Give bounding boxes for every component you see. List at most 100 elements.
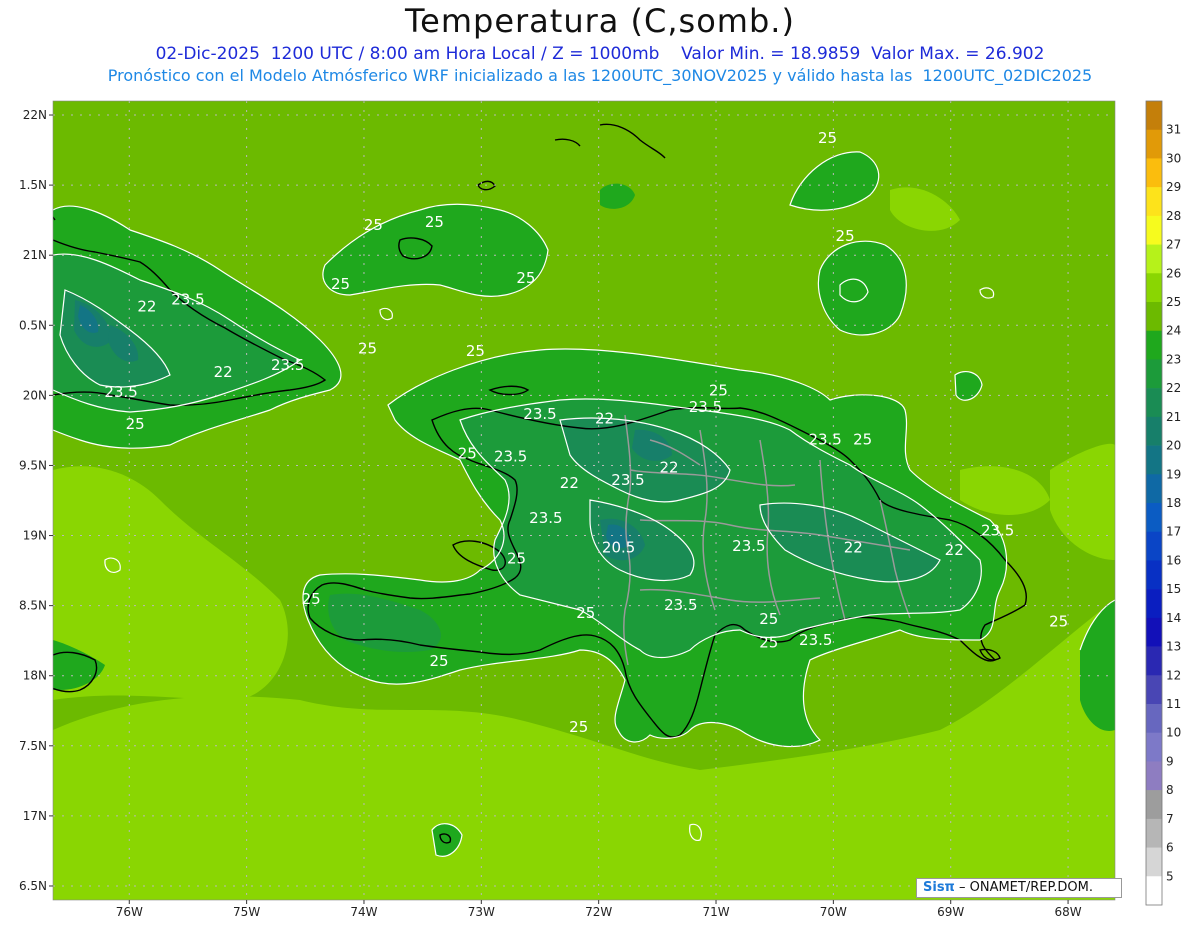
contour-label: 25 [853, 430, 872, 448]
colorbar-swatch [1146, 129, 1162, 159]
contour-label: 23.5 [104, 383, 137, 401]
contour-label: 22 [945, 541, 964, 559]
contour-label: 23.5 [689, 398, 722, 416]
colorbar-swatch [1146, 847, 1162, 877]
colorbar-label: 7 [1166, 812, 1174, 826]
colorbar-label: 12 [1166, 668, 1181, 682]
contour-label: 25 [818, 129, 837, 147]
lat-tick-label: 19N [23, 529, 47, 543]
contour-label: 25 [1049, 613, 1068, 631]
lat-tick-label: 17N [23, 809, 47, 823]
contour-label: 25 [302, 590, 321, 608]
lon-tick-label: 70W [820, 905, 847, 919]
colorbar-swatch [1146, 704, 1162, 734]
colorbar-label: 17 [1166, 525, 1181, 539]
colorbar-swatch [1146, 503, 1162, 533]
colorbar-swatch [1146, 158, 1162, 188]
credit-text: – ONAMET/REP.DOM. [954, 880, 1093, 895]
contour-label: 23.5 [271, 356, 304, 374]
colorbar-swatch [1146, 330, 1162, 360]
contour-label: 25 [458, 444, 477, 462]
contour-label: 23.5 [732, 537, 765, 555]
colorbar-label: 18 [1166, 496, 1181, 510]
lon-tick-label: 75W [233, 905, 260, 919]
contour-label: 23.5 [171, 290, 204, 308]
colorbar-swatch [1146, 646, 1162, 676]
lat-tick-label: 9.5N [19, 458, 47, 472]
colorbar-swatch [1146, 244, 1162, 274]
lat-tick-label: 8.5N [19, 599, 47, 613]
colorbar-label: 13 [1166, 640, 1181, 654]
contour-label: 25 [425, 213, 444, 231]
contour-label: 22 [214, 363, 233, 381]
contour-label: 25 [364, 216, 383, 234]
colorbar-label: 6 [1166, 841, 1174, 855]
colorbar-swatch [1146, 101, 1162, 131]
colorbar-label: 9 [1166, 754, 1174, 768]
contour-label: 25 [430, 652, 449, 670]
credit-box: Sisπ – ONAMET/REP.DOM. [916, 878, 1122, 898]
colorbar-swatch [1146, 617, 1162, 647]
lon-tick-label: 73W [468, 905, 495, 919]
contour-label: 25 [516, 269, 535, 287]
colorbar-label: 19 [1166, 467, 1181, 481]
colorbar-swatch [1146, 675, 1162, 705]
lat-tick-label: 7.5N [19, 739, 47, 753]
colorbar-label: 29 [1166, 180, 1181, 194]
contour-label: 25 [759, 634, 778, 652]
colorbar-swatch [1146, 560, 1162, 590]
contour-label: 22 [595, 409, 614, 427]
lat-tick-label: 18N [23, 669, 47, 683]
colorbar-swatch [1146, 790, 1162, 820]
colorbar-label: 20 [1166, 439, 1181, 453]
contour-label: 25 [569, 718, 588, 736]
colorbar-label: 26 [1166, 266, 1181, 280]
lon-tick-label: 74W [350, 905, 377, 919]
lat-tick-label: 6.5N [19, 879, 47, 893]
colorbar: 31 30 29 28 27 26 25 24 23 22 21 20 19 18 17 16 15 14 13 12… [1145, 100, 1181, 906]
contour-label: 22 [137, 297, 156, 315]
contour-label: 25 [466, 342, 485, 360]
contour-label: 22 [660, 458, 679, 476]
contour-label: 25 [576, 604, 595, 622]
colorbar-label: 8 [1166, 783, 1174, 797]
colorbar-swatch [1146, 818, 1162, 848]
contour-label: 23.5 [529, 509, 562, 527]
contour-label: 23.5 [799, 631, 832, 649]
colorbar-label: 22 [1166, 381, 1181, 395]
colorbar-swatch [1146, 531, 1162, 561]
contour-label: 25 [507, 550, 526, 568]
contour-label: 23.5 [494, 447, 527, 465]
lon-tick-label: 69W [937, 905, 964, 919]
colorbar-label: 21 [1166, 410, 1181, 424]
contour-label: 25 [331, 275, 350, 293]
colorbar-label: 27 [1166, 238, 1181, 252]
contour-label: 23.5 [664, 596, 697, 614]
colorbar-label: 25 [1166, 295, 1181, 309]
colorbar-swatch [1146, 589, 1162, 619]
colorbar-label: 15 [1166, 582, 1181, 596]
colorbar-swatch [1146, 215, 1162, 245]
plot-area: 25 23.5 22 23.5 22 23.5 25 25 25 25 25 25 25 25 23.5 22… [53, 101, 1115, 900]
lat-tick-label: 1.5N [19, 178, 47, 192]
contour-label: 23.5 [611, 471, 644, 489]
contour-label: 20.5 [602, 538, 635, 556]
lat-tick-label: 20N [23, 388, 47, 402]
coast-cuba-west [53, 216, 56, 221]
contour-label: 23.5 [808, 430, 841, 448]
colorbar-label: 30 [1166, 151, 1181, 165]
colorbar-swatch [1146, 302, 1162, 332]
colorbar-label: 14 [1166, 611, 1181, 625]
colorbar-label: 5 [1166, 869, 1174, 883]
colorbar-swatch [1146, 388, 1162, 418]
colorbar-label: 28 [1166, 209, 1181, 223]
contour-label: 25 [358, 339, 377, 357]
sispi-logo: Sisπ [923, 880, 955, 895]
lon-tick-label: 68W [1054, 905, 1081, 919]
contour-label: 23.5 [523, 405, 556, 423]
colorbar-label: 10 [1166, 726, 1181, 740]
lon-axis: 76W 75W 74W 73W 72W 71W 70W 69W 68W [116, 900, 1082, 919]
colorbar-label: 16 [1166, 553, 1181, 567]
contour-label: 22 [560, 474, 579, 492]
lon-tick-label: 76W [116, 905, 143, 919]
